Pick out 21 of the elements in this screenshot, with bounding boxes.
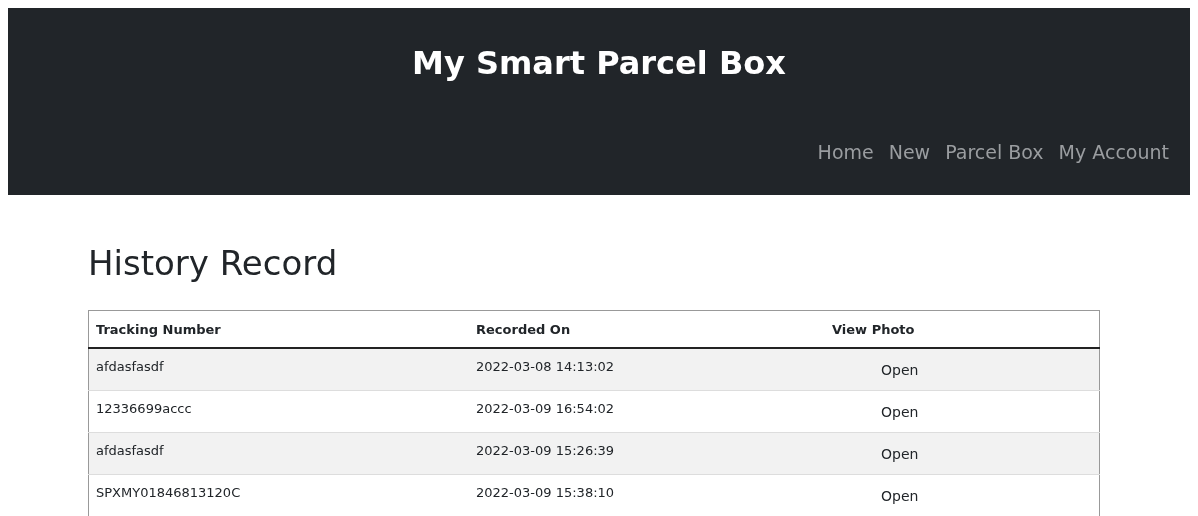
recorded-date: 2022-03-09 15:26:39 <box>476 442 615 458</box>
nav-link[interactable]: Home <box>817 140 874 164</box>
open-button[interactable]: Open <box>877 443 923 464</box>
nav-link[interactable]: Parcel Box <box>945 140 1044 164</box>
open-button[interactable]: Open <box>877 360 923 380</box>
recorded-date: 2022-03-08 14:13:02 <box>476 359 615 374</box>
column-header: Tracking Number <box>96 321 221 337</box>
page-heading: History Record <box>88 242 339 285</box>
tracking-number: afdasfasdf <box>96 442 164 458</box>
nav-link[interactable]: New <box>888 140 931 164</box>
site-title: My Smart Parcel Box <box>411 43 787 84</box>
recorded-date: 2022-03-09 15:38:10 <box>476 484 615 500</box>
nav-link[interactable]: My Account <box>1058 140 1169 164</box>
open-button[interactable]: Open <box>877 401 923 422</box>
tracking-number: 12336699accc <box>96 400 192 416</box>
open-button[interactable]: Open <box>877 485 923 506</box>
column-header: Recorded On <box>476 321 571 337</box>
recorded-date: 2022-03-09 16:54:02 <box>476 400 615 416</box>
tracking-number: afdasfasdf <box>96 359 164 374</box>
tracking-number: SPXMY01846813120C <box>96 484 241 500</box>
column-header: View Photo <box>832 321 915 337</box>
